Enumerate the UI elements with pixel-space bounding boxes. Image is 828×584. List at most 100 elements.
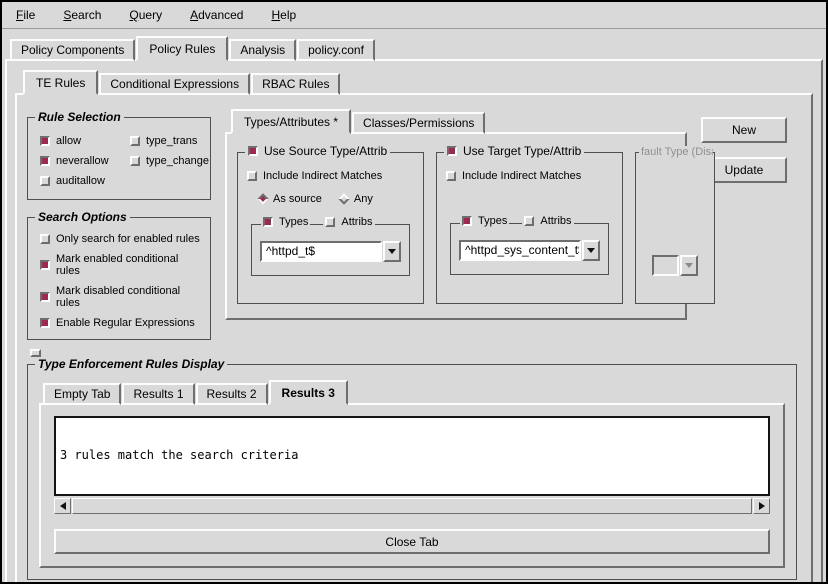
- close-tab-button[interactable]: Close Tab: [54, 529, 770, 554]
- types-attribs-pane: Use Source Type/Attrib Include Indirect …: [225, 132, 687, 320]
- target-types-label: Types: [478, 215, 507, 227]
- source-type-dropdown-button[interactable]: [383, 241, 401, 262]
- scrollbar-thumb[interactable]: [72, 498, 752, 514]
- checkbox-allow[interactable]: allow: [40, 135, 130, 147]
- checkbox-mark-enabled-label: Mark enabled conditional rules: [56, 253, 204, 277]
- radio-as-source-indicator: [257, 193, 268, 204]
- rule-selection-grid: allow neverallow auditallow: [40, 131, 204, 191]
- tab-rbac-rules[interactable]: RBAC Rules: [251, 73, 340, 95]
- target-indirect-indicator: [446, 171, 456, 181]
- tab-conditional-expressions[interactable]: Conditional Expressions: [99, 73, 250, 95]
- source-attribs-checkbox[interactable]: Attribs: [323, 216, 374, 228]
- target-indirect-label: Include Indirect Matches: [462, 170, 581, 182]
- blank-line: [60, 493, 764, 496]
- radio-as-source[interactable]: As source: [259, 193, 322, 205]
- default-type-group: fault Type (Disa: [635, 152, 715, 304]
- target-types-indicator: [462, 216, 472, 226]
- results-display-group: Type Enforcement Rules Display Empty Tab…: [27, 364, 797, 580]
- default-type-entry: [652, 255, 679, 276]
- target-indirect-checkbox[interactable]: Include Indirect Matches: [446, 170, 613, 182]
- default-type-dropdown-button: [680, 255, 698, 276]
- checkbox-only-enabled[interactable]: Only search for enabled rules: [40, 233, 204, 245]
- results-summary: 3 rules match the search criteria: [60, 448, 764, 463]
- new-button[interactable]: New: [701, 117, 787, 143]
- menu-query[interactable]: Query: [129, 8, 162, 22]
- tab-policy-components[interactable]: Policy Components: [10, 39, 135, 61]
- tab-results-1[interactable]: Results 1: [122, 383, 194, 405]
- source-types-checkbox[interactable]: Types: [261, 216, 310, 228]
- source-indirect-label: Include Indirect Matches: [263, 170, 382, 182]
- target-attribs-checkbox[interactable]: Attribs: [522, 215, 573, 227]
- source-attribs-indicator: [325, 217, 335, 227]
- menu-file[interactable]: File: [16, 8, 35, 22]
- use-source-checkbox[interactable]: Use Source Type/Attrib: [245, 144, 390, 158]
- target-types-checkbox[interactable]: Types: [460, 215, 509, 227]
- checkbox-neverallow[interactable]: neverallow: [40, 155, 130, 167]
- rule-selection-title: Rule Selection: [35, 110, 124, 124]
- checkbox-type-change-label: type_change: [146, 155, 209, 167]
- source-type-entry[interactable]: ^httpd_t$: [260, 241, 382, 262]
- tab-empty-tab[interactable]: Empty Tab: [43, 383, 121, 405]
- tab-policy-rules[interactable]: Policy Rules: [136, 36, 228, 61]
- checkbox-regex[interactable]: Enable Regular Expressions: [40, 317, 204, 329]
- source-scope-radios: As source Any: [247, 193, 414, 205]
- search-options-title: Search Options: [35, 210, 130, 224]
- tab-types-attributes[interactable]: Types/Attributes *: [231, 109, 351, 134]
- main-tabbar: Policy Components Policy Rules Analysis …: [10, 36, 826, 61]
- checkbox-type-change[interactable]: type_change: [130, 155, 209, 167]
- tab-te-rules[interactable]: TE Rules: [23, 70, 98, 95]
- menu-search[interactable]: Search: [63, 8, 101, 22]
- arrow-right-icon: [759, 502, 765, 510]
- checkbox-regex-label: Enable Regular Expressions: [56, 317, 195, 329]
- checkbox-type-trans-label: type_trans: [146, 135, 197, 147]
- checkbox-type-trans[interactable]: type_trans: [130, 135, 209, 147]
- use-target-checkbox[interactable]: Use Target Type/Attrib: [444, 144, 584, 158]
- radio-any[interactable]: Any: [340, 193, 373, 205]
- default-type-label: fault Type (Disa: [639, 146, 713, 158]
- checkbox-auditallow-indicator: [40, 176, 50, 186]
- target-types-heads: Types Attribs: [460, 215, 574, 227]
- target-type-combobox: ^httpd_sys_content_t$: [459, 240, 600, 261]
- radio-as-source-label: As source: [273, 193, 322, 205]
- target-attribs-label: Attribs: [540, 215, 571, 227]
- checkbox-auditallow[interactable]: auditallow: [40, 175, 130, 187]
- results-pane: 3 rules match the search criteria (5822)…: [39, 403, 785, 568]
- checkbox-mark-disabled-label: Mark disabled conditional rules: [56, 285, 204, 309]
- search-criteria-row: Rule Selection allow neverallow: [27, 107, 801, 340]
- use-source-indicator: [248, 146, 258, 156]
- target-type-group: Use Target Type/Attrib Include Indirect …: [436, 152, 623, 304]
- checkbox-mark-enabled[interactable]: Mark enabled conditional rules: [40, 253, 204, 277]
- tab-policy-conf[interactable]: policy.conf: [297, 39, 375, 61]
- menu-advanced[interactable]: Advanced: [190, 8, 243, 22]
- checkbox-mark-disabled[interactable]: Mark disabled conditional rules: [40, 285, 204, 309]
- tab-classes-permissions[interactable]: Classes/Permissions: [352, 112, 485, 134]
- checkbox-only-enabled-label: Only search for enabled rules: [56, 233, 200, 245]
- rule-selection-group: Rule Selection allow neverallow: [27, 117, 211, 200]
- results-textbox[interactable]: 3 rules match the search criteria (5822)…: [54, 416, 770, 496]
- source-indirect-indicator: [247, 171, 257, 181]
- chevron-down-icon: [587, 248, 595, 253]
- target-types-box: Types Attribs ^httpd_sys_content_t$: [450, 223, 609, 275]
- menubar: File Search Query Advanced Help: [2, 2, 826, 29]
- source-indirect-checkbox[interactable]: Include Indirect Matches: [247, 170, 414, 182]
- source-types-heads: Types Attribs: [261, 216, 375, 228]
- source-type-combobox: ^httpd_t$: [260, 241, 401, 262]
- use-target-label: Use Target Type/Attrib: [463, 144, 581, 158]
- tab-results-2[interactable]: Results 2: [196, 383, 268, 405]
- chevron-down-icon: [685, 263, 693, 268]
- horizontal-scrollbar[interactable]: [54, 498, 770, 514]
- sub-tabbar: TE Rules Conditional Expressions RBAC Ru…: [23, 70, 815, 95]
- results-display-title: Type Enforcement Rules Display: [35, 357, 227, 371]
- scroll-left-button[interactable]: [54, 498, 71, 514]
- tab-results-3[interactable]: Results 3: [269, 380, 348, 405]
- checkbox-allow-label: allow: [56, 135, 81, 147]
- policy-rules-pane: TE Rules Conditional Expressions RBAC Ru…: [5, 59, 823, 584]
- tab-analysis[interactable]: Analysis: [229, 39, 296, 61]
- menu-help[interactable]: Help: [271, 8, 296, 22]
- checkbox-only-enabled-indicator: [40, 234, 50, 244]
- target-type-entry[interactable]: ^httpd_sys_content_t$: [459, 240, 581, 261]
- checkbox-neverallow-label: neverallow: [56, 155, 109, 167]
- sash-handle[interactable]: [30, 349, 41, 357]
- scroll-right-button[interactable]: [753, 498, 770, 514]
- target-type-dropdown-button[interactable]: [582, 240, 600, 261]
